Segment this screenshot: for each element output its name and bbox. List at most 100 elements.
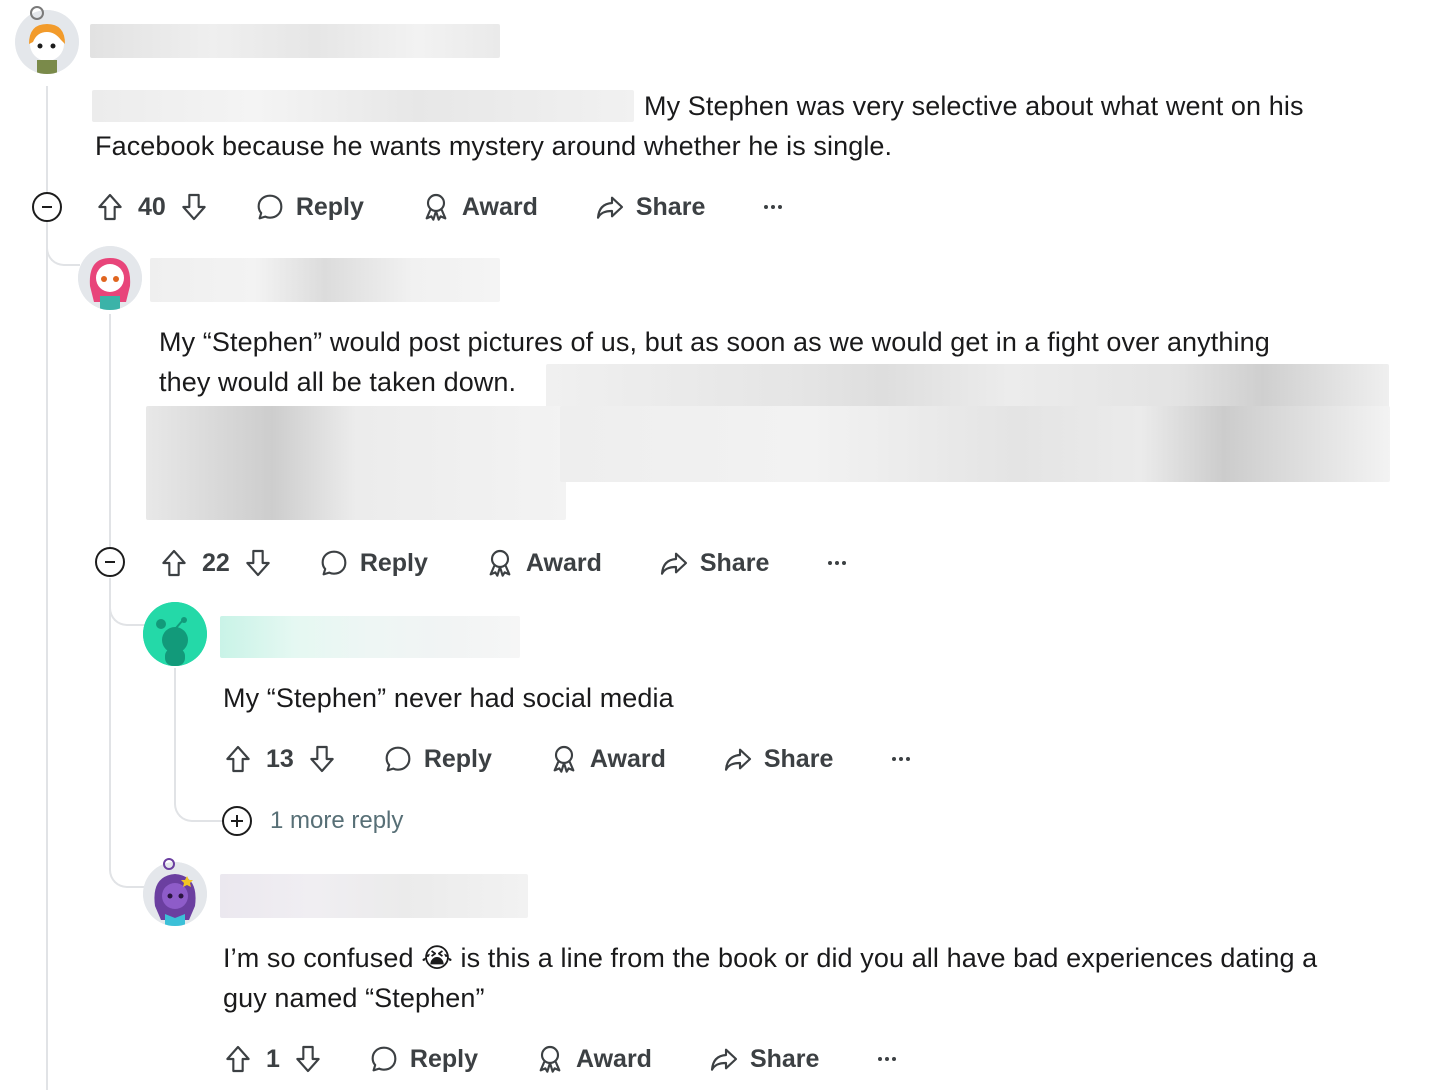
vote-count: 40: [138, 192, 166, 221]
overflow-menu-button[interactable]: [825, 541, 849, 585]
award-label: Award: [576, 1044, 652, 1073]
upvote-button[interactable]: [222, 1037, 254, 1081]
comment-body-line: My “Stephen” never had social media: [223, 683, 674, 713]
collapse-button[interactable]: [95, 547, 125, 577]
avatar-purple-hair-icon: [143, 862, 207, 926]
comment-actions: 1 Reply Award Share: [222, 1037, 899, 1081]
award-button[interactable]: Award: [420, 185, 538, 229]
comment-actions: 22 Reply Award Share: [158, 541, 849, 585]
thread-line-level3: [174, 668, 176, 780]
thread-line-level2: [109, 314, 111, 548]
overflow-icon: [892, 757, 911, 761]
award-button[interactable]: Award: [548, 737, 666, 781]
upvote-icon: [226, 1045, 250, 1073]
award-icon: [425, 193, 447, 221]
avatar-antenna: [30, 6, 44, 20]
vote-count: 13: [266, 744, 294, 773]
comment-actions: 13 Reply Award Share: [222, 737, 913, 781]
share-button[interactable]: Share: [708, 1037, 819, 1081]
downvote-icon: [182, 193, 206, 221]
comment-body-line: guy named “Stephen”: [223, 983, 485, 1013]
avatar[interactable]: [143, 602, 207, 666]
downvote-button[interactable]: [292, 1037, 324, 1081]
thread-connector-4: [109, 846, 145, 888]
downvote-button[interactable]: [242, 541, 274, 585]
award-icon: [539, 1045, 561, 1073]
collapse-icon: [105, 561, 115, 563]
share-icon: [724, 748, 751, 771]
username-blurred: [150, 258, 500, 302]
username-blurred: [90, 24, 500, 58]
username-blurred: [220, 874, 528, 918]
share-label: Share: [763, 744, 834, 773]
overflow-icon: [878, 1057, 897, 1061]
upvote-button[interactable]: [94, 185, 126, 229]
downvote-icon: [296, 1045, 320, 1073]
redacted-text: [560, 406, 1390, 482]
reply-label: Reply: [359, 548, 428, 577]
avatar-antenna: [163, 858, 175, 870]
snoo-default-avatar-icon: [143, 602, 207, 666]
collapse-icon: [42, 206, 52, 208]
award-label: Award: [525, 548, 602, 577]
expand-icon: [231, 815, 243, 827]
share-button[interactable]: Share: [722, 737, 833, 781]
upvote-icon: [226, 745, 250, 773]
share-button[interactable]: Share: [594, 185, 705, 229]
vote-count: 22: [202, 548, 230, 577]
reply-button[interactable]: Reply: [254, 185, 364, 229]
more-replies-label: 1 more reply: [270, 807, 404, 834]
overflow-menu-button[interactable]: [875, 1037, 899, 1081]
avatar[interactable]: [15, 10, 79, 74]
redacted-text: [146, 406, 566, 520]
reply-button[interactable]: Reply: [368, 1037, 478, 1081]
share-icon: [596, 196, 623, 219]
share-button[interactable]: Share: [658, 541, 769, 585]
comment-body-line: My Stephen was very selective about what…: [644, 91, 1304, 121]
award-button[interactable]: Award: [534, 1037, 652, 1081]
overflow-menu-button[interactable]: [761, 185, 785, 229]
reply-icon: [371, 1046, 397, 1072]
award-label: Award: [461, 192, 538, 221]
avatar[interactable]: [78, 246, 142, 310]
downvote-icon: [310, 745, 334, 773]
downvote-button[interactable]: [178, 185, 210, 229]
upvote-button[interactable]: [222, 737, 254, 781]
upvote-button[interactable]: [158, 541, 190, 585]
upvote-icon: [98, 193, 122, 221]
collapse-button[interactable]: [32, 192, 62, 222]
redacted-text: [92, 90, 634, 122]
share-icon: [660, 552, 687, 575]
award-label: Award: [589, 744, 666, 773]
vote-count: 1: [266, 1044, 280, 1073]
reply-button[interactable]: Reply: [318, 541, 428, 585]
avatar[interactable]: [143, 862, 207, 926]
share-label: Share: [749, 1044, 820, 1073]
avatar-orange-hair-icon: [15, 10, 79, 74]
award-icon: [489, 549, 511, 577]
username-blurred: [220, 616, 520, 658]
thread-connector-2: [109, 580, 145, 626]
expand-button[interactable]: [222, 806, 252, 836]
overflow-icon: [828, 561, 847, 565]
thread-connector-3: [174, 776, 224, 822]
comment-text: is this a line from the book or did you …: [460, 943, 1318, 973]
more-replies-link[interactable]: 1 more reply: [222, 806, 403, 836]
award-button[interactable]: Award: [484, 541, 602, 585]
avatar-pink-hair-icon: [78, 246, 142, 310]
reply-button[interactable]: Reply: [382, 737, 492, 781]
thread-line-level2b: [109, 578, 111, 848]
comment-text: I’m so confused: [223, 943, 414, 973]
overflow-menu-button[interactable]: [889, 737, 913, 781]
comment-body-line: they would all be taken down.: [159, 367, 517, 397]
comment-body-line: My “Stephen” would post pictures of us, …: [159, 327, 1270, 357]
downvote-button[interactable]: [306, 737, 338, 781]
comment-body-line: Facebook because he wants mystery around…: [95, 131, 893, 161]
share-label: Share: [635, 192, 706, 221]
share-icon: [710, 1048, 738, 1071]
award-icon: [553, 745, 575, 773]
reply-label: Reply: [409, 1044, 478, 1073]
overflow-icon: [764, 205, 783, 209]
comment-body-line: I’m so confused 😭 is this a line from th…: [223, 938, 1317, 979]
thread-connector-1: [46, 224, 80, 266]
